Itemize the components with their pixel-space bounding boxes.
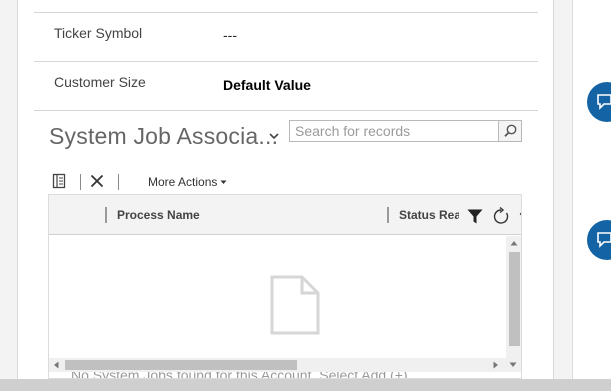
horizontal-scrollbar[interactable] <box>49 358 521 372</box>
more-actions-label: More Actions <box>148 175 218 189</box>
grid-header: Process Name Status Reas <box>49 195 522 235</box>
search-input[interactable] <box>290 121 498 141</box>
chevron-down-icon <box>220 180 227 184</box>
close-icon[interactable] <box>90 174 104 188</box>
field-value-ticker-symbol[interactable]: --- <box>223 27 237 43</box>
column-menu-icon[interactable] <box>519 212 522 216</box>
search-icon <box>504 124 517 137</box>
page-horizontal-scrollbar[interactable] <box>0 379 611 391</box>
scroll-right-icon[interactable] <box>493 361 499 369</box>
system-jobs-grid: Process Name Status Reas No System Jobs … <box>48 194 522 379</box>
command-separator <box>118 174 119 190</box>
views-icon[interactable] <box>52 173 66 189</box>
stage: Ticker Symbol --- Customer Size Default … <box>0 0 611 391</box>
horizontal-scroll-thumb[interactable] <box>65 360 297 370</box>
scroll-left-icon[interactable] <box>53 361 59 369</box>
command-bar: More Actions <box>48 171 528 191</box>
chat-icon <box>597 232 611 248</box>
field-label-customer-size: Customer Size <box>54 74 146 90</box>
command-separator <box>80 174 81 190</box>
column-header-status-reason[interactable]: Status Reas <box>399 208 468 222</box>
column-separator[interactable] <box>387 207 389 223</box>
field-row-customer-size: Customer Size Default Value <box>34 61 538 110</box>
grid-header-tools <box>459 201 522 231</box>
filter-icon[interactable] <box>467 209 483 224</box>
vertical-scroll-thumb[interactable] <box>509 252 520 346</box>
field-label-ticker-symbol: Ticker Symbol <box>54 25 143 41</box>
search-button[interactable] <box>498 121 521 141</box>
scroll-up-icon[interactable] <box>510 240 518 246</box>
chevron-down-icon[interactable] <box>268 130 280 142</box>
account-form-card: Ticker Symbol --- Customer Size Default … <box>17 0 554 381</box>
refresh-icon[interactable] <box>493 207 511 226</box>
search-box <box>289 120 522 142</box>
field-value-customer-size[interactable]: Default Value <box>223 77 311 93</box>
scroll-down-icon[interactable] <box>509 362 517 368</box>
chat-icon <box>597 94 611 110</box>
column-header-process-name[interactable]: Process Name <box>117 208 200 222</box>
document-icon <box>270 275 320 335</box>
column-separator[interactable] <box>105 207 107 223</box>
field-row-ticker-symbol: Ticker Symbol --- <box>34 12 538 61</box>
right-side-panel <box>572 0 611 380</box>
more-actions-button[interactable]: More Actions <box>128 171 227 191</box>
section-divider <box>34 110 538 111</box>
vertical-scrollbar[interactable] <box>506 236 521 369</box>
subgrid-title[interactable]: System Job Associa... <box>49 123 278 150</box>
